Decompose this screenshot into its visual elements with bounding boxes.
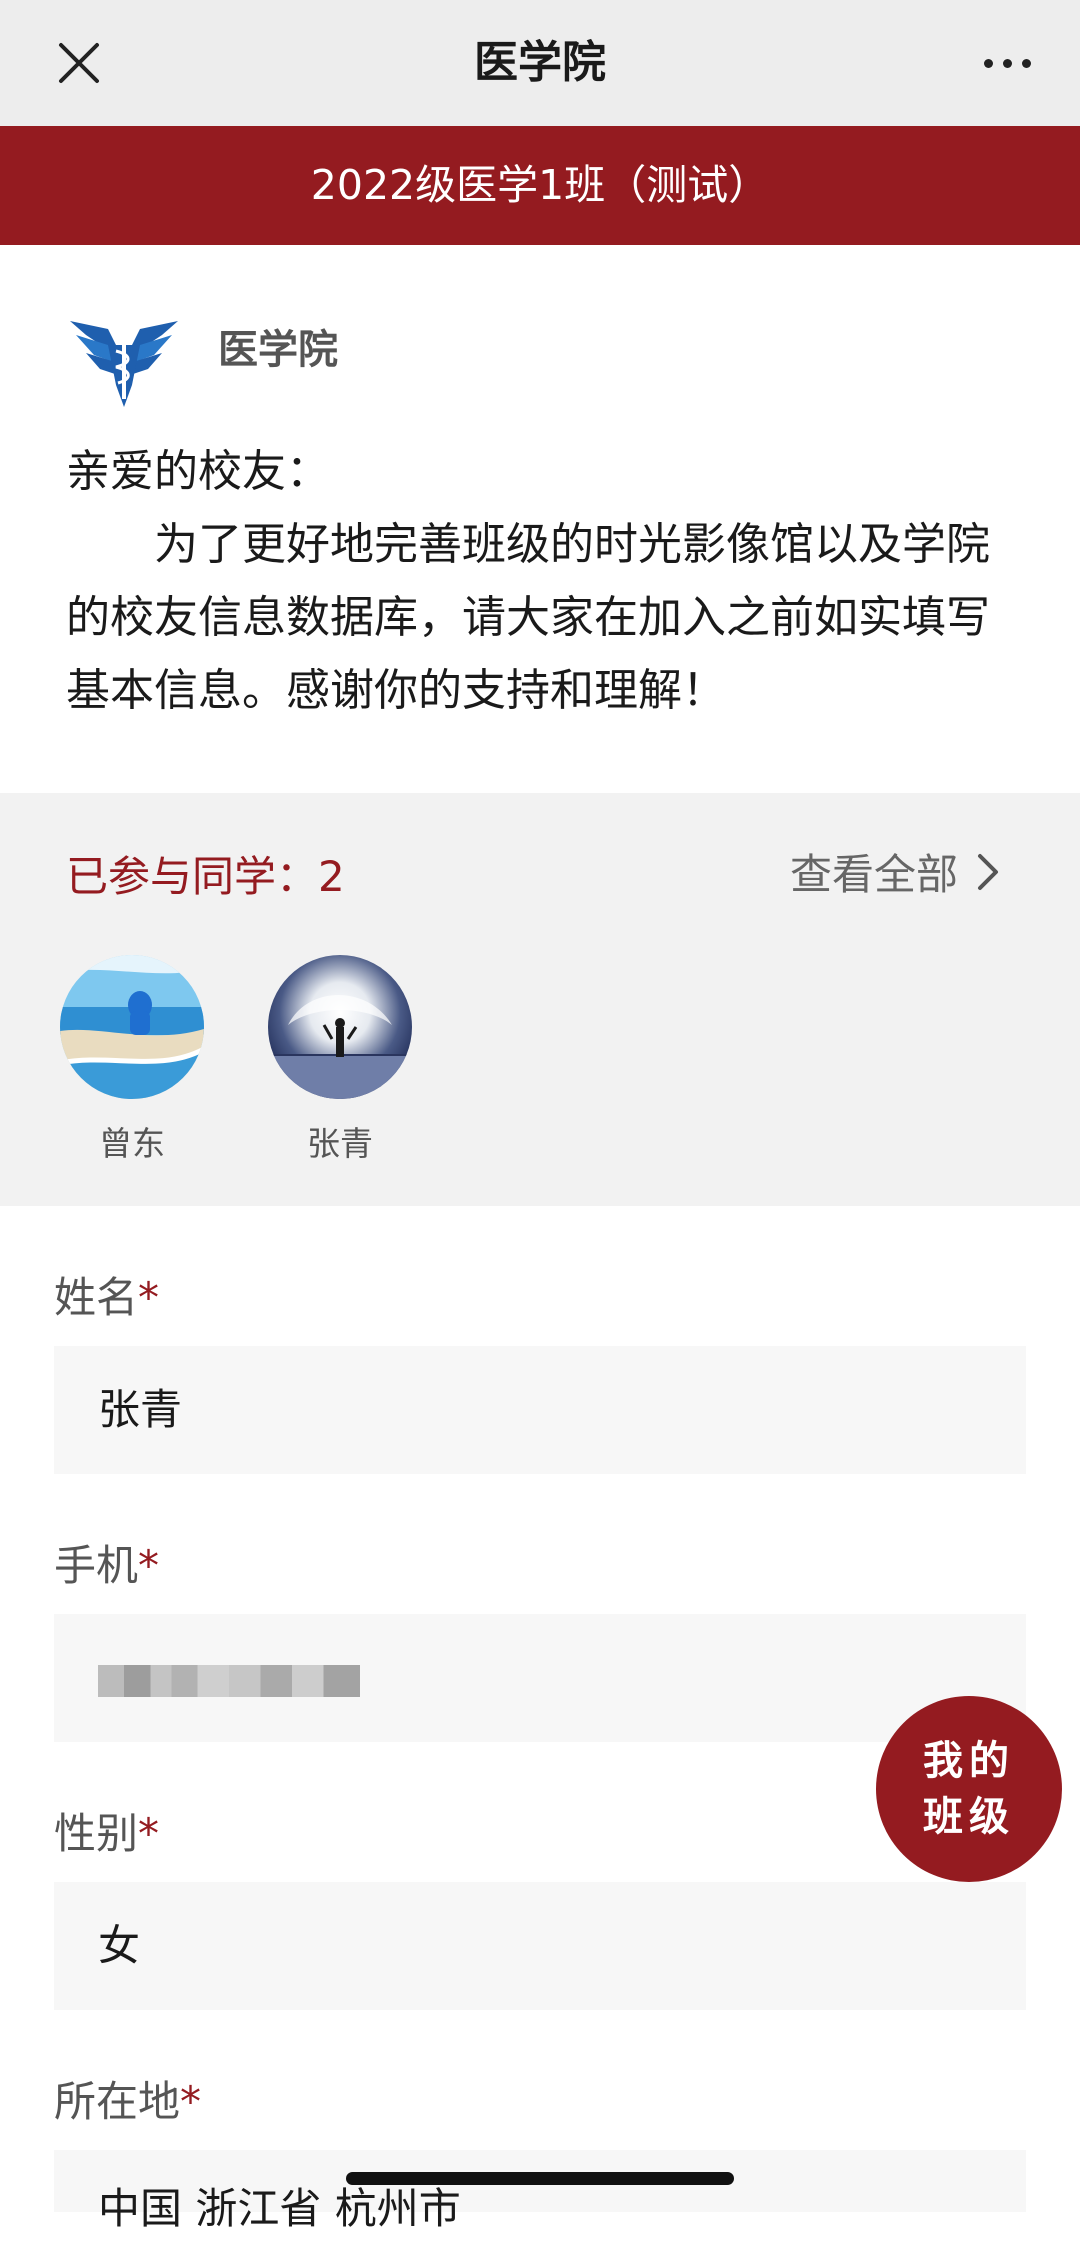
required-mark: * [180, 2077, 202, 2126]
top-nav-bar: 医学院 [0, 0, 1080, 126]
avatar [60, 955, 204, 1099]
intro-section: 医学院 亲爱的校友： 为了更好地完善班级的时光影像馆以及学院的校友信息数据库，请… [0, 245, 1080, 793]
phone-label-text: 手机 [54, 1541, 139, 1590]
gender-label-text: 性别 [54, 1809, 139, 1858]
participant-count: 已参与同学：2 [66, 843, 345, 904]
participants-section: 已参与同学：2 查看全部 曾东 张青 [0, 793, 1080, 1206]
required-mark: * [138, 1541, 160, 1590]
my-class-button-line1: 我的 [923, 1738, 1015, 1784]
participant-count-label: 已参与同学： [66, 852, 319, 901]
redacted-phone-number [98, 1664, 360, 1697]
member-item[interactable]: 曾东 [60, 955, 204, 1165]
close-icon[interactable] [44, 30, 114, 96]
greeting-salutation: 亲爱的校友： [66, 446, 330, 497]
chevron-right-icon [978, 853, 998, 890]
my-class-button-line2: 班级 [923, 1794, 1015, 1840]
member-item[interactable]: 张青 [268, 955, 412, 1165]
gender-field[interactable]: 女 [54, 1882, 1026, 2010]
participant-count-value: 2 [318, 852, 345, 901]
page-title: 医学院 [474, 37, 606, 88]
location-label-text: 所在地 [54, 2077, 181, 2126]
medical-school-logo [68, 315, 180, 411]
required-mark: * [138, 1273, 160, 1322]
class-banner: 2022级医学1班（测试） [0, 126, 1080, 245]
avatar [268, 955, 412, 1099]
required-mark: * [138, 1809, 160, 1858]
org-name: 医学院 [218, 327, 338, 373]
view-all-label: 查看全部 [789, 850, 958, 899]
gender-label: 性别* [54, 1800, 159, 1861]
name-label: 姓名* [54, 1264, 159, 1325]
home-indicator [346, 2172, 734, 2185]
phone-field[interactable] [54, 1614, 1026, 1742]
view-all-link[interactable]: 查看全部 [790, 841, 1000, 902]
name-label-text: 姓名 [54, 1273, 139, 1322]
info-form: 姓名* 张青 手机* 性别* 女 所在地* 中国 浙江省 杭州市 [0, 1206, 1080, 2233]
phone-label: 手机* [54, 1532, 159, 1593]
more-options-icon[interactable] [962, 30, 1052, 96]
location-label: 所在地* [54, 2068, 201, 2129]
member-name: 张青 [307, 1124, 373, 1163]
greeting-message: 亲爱的校友： 为了更好地完善班级的时光影像馆以及学院的校友信息数据库，请大家在加… [66, 435, 1032, 727]
greeting-body: 为了更好地完善班级的时光影像馆以及学院的校友信息数据库，请大家在加入之前如实填写… [66, 519, 990, 716]
name-field[interactable]: 张青 [54, 1346, 1026, 1474]
my-class-button[interactable]: 我的 班级 [876, 1696, 1062, 1882]
member-name: 曾东 [99, 1124, 165, 1163]
